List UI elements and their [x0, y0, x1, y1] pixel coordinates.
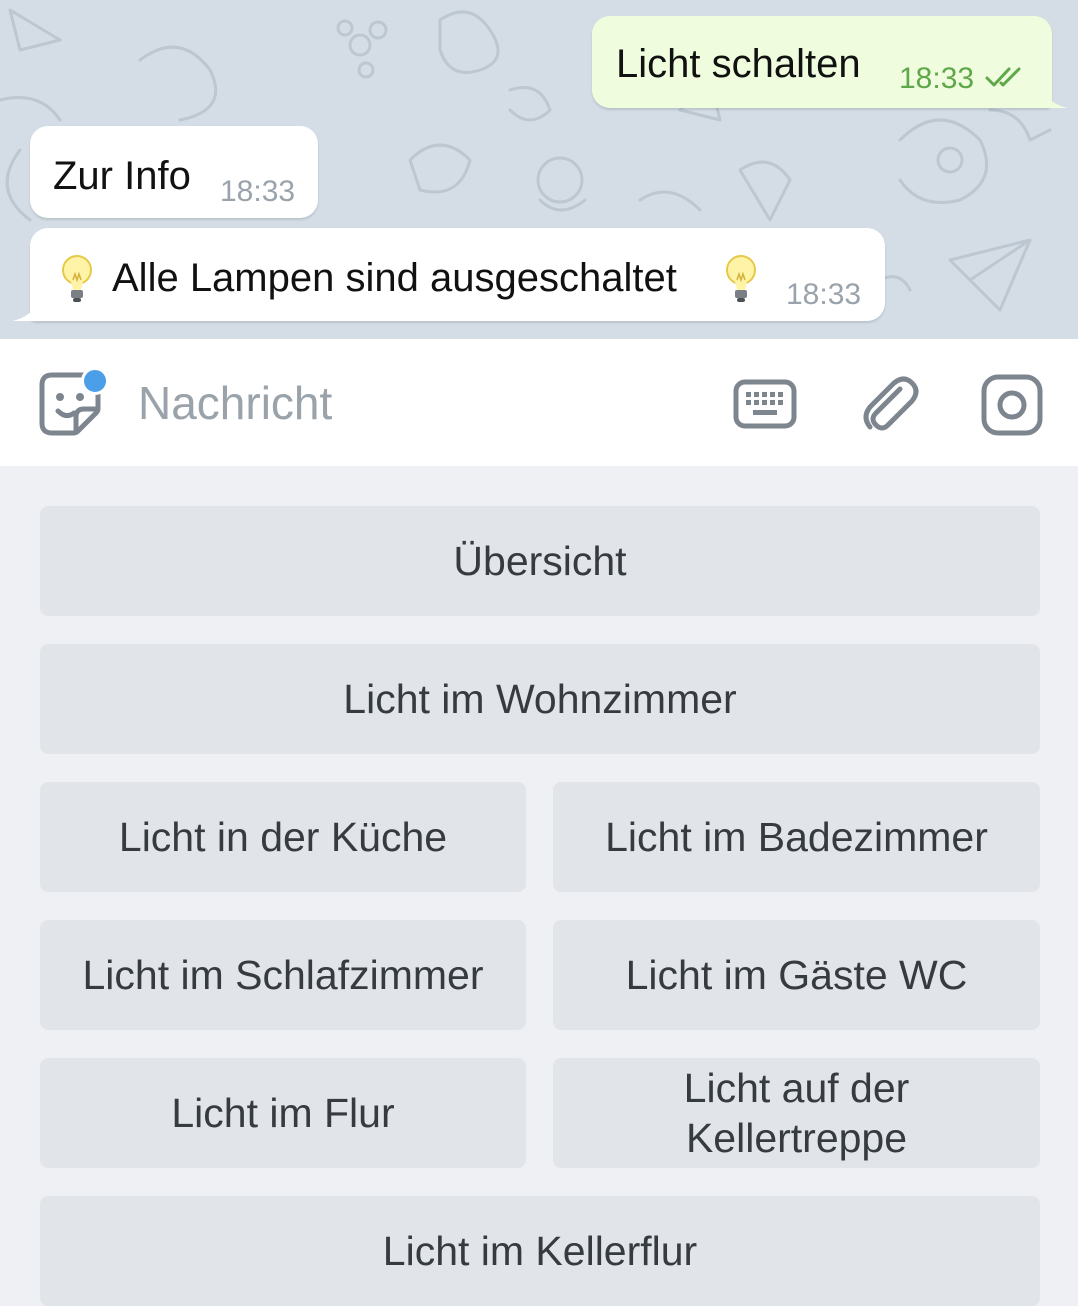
- keyboard-button-kueche[interactable]: Licht in der Küche: [40, 782, 526, 892]
- keyboard-button-kellerflur[interactable]: Licht im Kellerflur: [40, 1196, 1040, 1306]
- keyboard-button-flur[interactable]: Licht im Flur: [40, 1058, 526, 1168]
- message-time: 18:33: [899, 62, 975, 95]
- double-check-icon: [985, 67, 1021, 87]
- bot-reply-keyboard: Übersicht Licht im Wohnzimmer Licht in d…: [0, 466, 1078, 1306]
- lightbulb-emoji-icon: [62, 255, 92, 302]
- bubble-tail-out: [1040, 86, 1068, 108]
- message-time: 18:33: [786, 278, 862, 311]
- keyboard-button-uebersicht[interactable]: Übersicht: [40, 506, 1040, 616]
- incoming-message[interactable]: Zur Info 18:33: [30, 126, 318, 218]
- camera-icon: [981, 374, 1043, 436]
- keyboard-button-wohnzimmer[interactable]: Licht im Wohnzimmer: [40, 644, 1040, 754]
- bubble-tail-in: [12, 299, 40, 321]
- lightbulb-emoji-icon: [726, 255, 756, 302]
- message-time: 18:33: [220, 175, 296, 208]
- message-text: Alle Lampen sind ausgeschaltet: [112, 256, 677, 300]
- chat-area: Licht schalten 18:33 Zur Info 18:33 Alle…: [0, 0, 1078, 338]
- camera-button[interactable]: [980, 373, 1044, 437]
- message-text: Licht schalten: [616, 42, 861, 86]
- attach-button[interactable]: [862, 373, 920, 437]
- incoming-message[interactable]: Alle Lampen sind ausgeschaltet 18:33: [30, 228, 885, 321]
- message-input[interactable]: [138, 371, 698, 435]
- message-text: Zur Info: [53, 154, 191, 198]
- keyboard-button-kellertreppe[interactable]: Licht auf der Kellertreppe: [553, 1058, 1040, 1168]
- keyboard-button-gaeste-wc[interactable]: Licht im Gäste WC: [553, 920, 1040, 1030]
- message-input-bar: [0, 338, 1078, 466]
- notification-badge: [81, 367, 109, 395]
- keyboard-button-badezimmer[interactable]: Licht im Badezimmer: [553, 782, 1040, 892]
- paperclip-icon: [863, 376, 919, 431]
- keyboard-button-schlafzimmer[interactable]: Licht im Schlafzimmer: [40, 920, 526, 1030]
- keyboard-icon: [733, 379, 797, 429]
- outgoing-message[interactable]: Licht schalten 18:33: [592, 16, 1052, 108]
- keyboard-button[interactable]: [733, 379, 797, 429]
